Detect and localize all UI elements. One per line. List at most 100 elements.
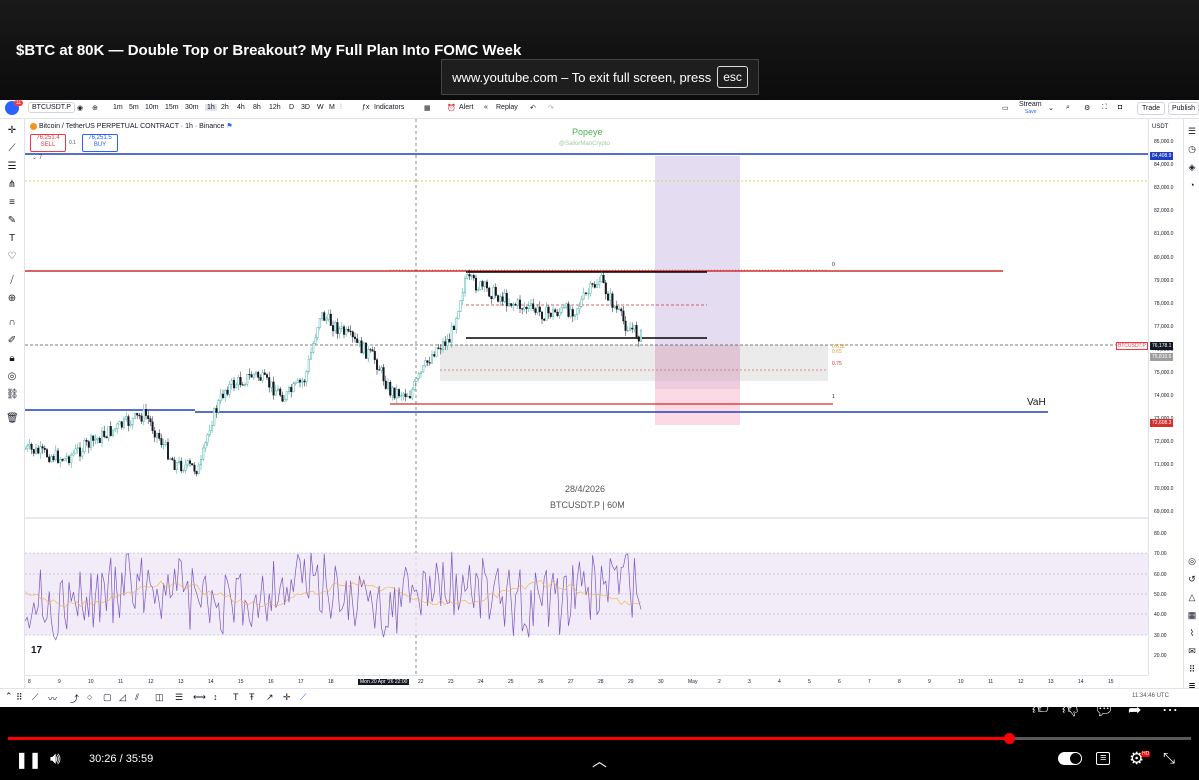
long-position-icon[interactable]: ◫ — [155, 692, 164, 703]
favorite-drawing-icon[interactable]: ⟋ — [300, 692, 306, 703]
parallel-channel-icon[interactable]: ⫽ — [135, 692, 139, 703]
sell-button[interactable]: 76,251.4 SELL — [30, 134, 66, 152]
interval-30m[interactable]: 30m — [185, 104, 199, 111]
fullscreen-icon[interactable]: ⛶ — [1102, 104, 1107, 112]
triangle-icon[interactable]: ◿ — [119, 692, 126, 703]
price-scale[interactable]: USDT 85,000.0 84,000.0 83,000.0 82,000.0 81,… — [1148, 119, 1184, 675]
layout-icon[interactable]: ▭ — [1002, 104, 1009, 112]
interval-1h[interactable]: 1h — [205, 104, 217, 111]
interval-2h[interactable]: 2h — [221, 104, 229, 111]
interval-D[interactable]: D — [289, 104, 294, 111]
layers-icon[interactable]: ◈ — [1186, 161, 1198, 173]
symbol-search-button[interactable]: BTCUSDT.P — [28, 102, 75, 113]
alerts-clock-icon[interactable]: ◷ — [1186, 143, 1198, 155]
flag-icon[interactable]: ⚑ — [226, 123, 232, 130]
link-icon[interactable]: ⛓ — [6, 389, 19, 401]
arrow-icon[interactable]: ↗ — [266, 692, 274, 703]
feed-icon[interactable]: ⌇ — [1186, 627, 1198, 639]
dislike-icon[interactable]: 👎︎ — [1062, 700, 1078, 719]
heart-icon[interactable]: ♡ — [6, 251, 18, 263]
autoplay-toggle[interactable] — [1058, 752, 1082, 765]
interval-3D[interactable]: 3D — [301, 104, 310, 111]
brush-icon[interactable]: ✎ — [6, 215, 18, 227]
like-icon[interactable]: 👍︎ — [1032, 700, 1049, 719]
calendar-icon[interactable]: ▦ — [1186, 609, 1198, 621]
price-chart[interactable] — [25, 119, 1148, 675]
pause-icon[interactable]: ❚❚ — [15, 750, 42, 770]
trash-icon[interactable]: 🗑︎ — [6, 413, 19, 425]
crosshair-tool-icon[interactable]: ✛ — [283, 692, 291, 703]
interval-5m[interactable]: 5m — [129, 104, 139, 111]
horizontal-lines-icon[interactable]: ☰ — [6, 161, 18, 173]
interval-1m[interactable]: 1m — [113, 104, 123, 111]
target-icon[interactable]: ◎ — [1186, 555, 1198, 567]
interval-8h[interactable]: 8h — [253, 104, 261, 111]
layouts-icon[interactable]: ▦ — [424, 104, 431, 112]
interval-4h[interactable]: 4h — [237, 104, 245, 111]
chevron-down-icon[interactable]: ⌄ — [1048, 104, 1054, 112]
circle-icon[interactable]: ○ — [87, 692, 92, 702]
publish-button[interactable]: Publish — [1168, 102, 1199, 115]
rewind-icon[interactable]: « — [484, 104, 488, 111]
progress-scrubber[interactable] — [1003, 733, 1015, 744]
ideas-icon[interactable]: △ — [1186, 591, 1198, 603]
interval-15m[interactable]: 15m — [165, 104, 179, 111]
ruler-icon[interactable]: ⧸ — [6, 275, 18, 287]
magnet-icon[interactable]: ∩ — [6, 317, 18, 329]
history-icon[interactable]: ↺ — [1186, 573, 1198, 585]
rectangle-icon[interactable]: ▢ — [103, 692, 112, 703]
buy-button[interactable]: 76,251.5 BUY — [82, 134, 118, 152]
redo-icon[interactable]: ↷ — [548, 104, 554, 112]
curve-icon[interactable]: ⤴ — [70, 692, 79, 705]
zigzag-icon[interactable]: 〰 — [48, 692, 57, 705]
comments-icon[interactable]: 💬︎ — [1094, 700, 1114, 720]
zoom-in-icon[interactable]: ⊕ — [6, 293, 18, 305]
alarm-clock-icon[interactable]: ⏰ — [447, 104, 456, 112]
more-icon[interactable]: ⋯ — [1162, 700, 1178, 720]
crosshair-icon[interactable]: ✛ — [6, 125, 18, 137]
apps-icon[interactable]: ⠿ — [1186, 663, 1198, 675]
indicators-button[interactable]: Indicators — [374, 104, 404, 111]
interval-M[interactable]: M — [329, 104, 335, 111]
indicators-icon[interactable]: ƒx — [362, 104, 369, 111]
interval-12h[interactable]: 12h — [269, 104, 281, 111]
chevron-up-icon[interactable]: ︿ — [592, 750, 607, 771]
interval-W[interactable]: W — [317, 104, 324, 111]
undo-icon[interactable]: ↶ — [530, 104, 536, 112]
lock-draw-icon[interactable]: ✐ — [6, 335, 18, 347]
share-icon[interactable]: ➦ — [1128, 700, 1141, 720]
grid-icon[interactable]: ⠿ — [16, 692, 23, 703]
lock-icon[interactable]: 🔒︎ — [6, 353, 18, 365]
price-range-icon[interactable]: ↕ — [213, 692, 218, 702]
collapse-icon[interactable]: ⌃ — [5, 691, 13, 702]
add-symbol-icon[interactable]: ⊕ — [92, 104, 98, 112]
visibility-icon[interactable]: ◎ — [6, 371, 18, 383]
replay-button[interactable]: Replay — [496, 104, 518, 111]
alert-button[interactable]: Alert — [459, 104, 473, 111]
line-tool-icon[interactable]: ⟋ — [32, 692, 38, 703]
interval-10m[interactable]: 10m — [145, 104, 159, 111]
text-tool-icon[interactable]: T — [233, 692, 239, 702]
watchlist-icon[interactable]: ☰ — [1186, 125, 1198, 137]
stream-button[interactable]: Stream — [1019, 101, 1042, 108]
gear-icon[interactable]: ⚙ — [1084, 104, 1090, 112]
trendline-icon[interactable]: ⟋ — [6, 143, 18, 155]
camera-icon[interactable]: ◘ — [1118, 104, 1122, 111]
date-range-icon[interactable]: ⟷ — [193, 692, 206, 703]
currency-selector[interactable]: USDT — [1152, 124, 1168, 130]
gauge-icon[interactable]: ◔ — [1186, 179, 1198, 191]
eye-icon[interactable]: ◉ — [77, 104, 83, 112]
anchor-text-icon[interactable]: Ŧ — [249, 692, 255, 702]
time-axis[interactable]: 8910111213141516171819Mon 20 Apr '26 22:… — [25, 675, 1148, 689]
legend-collapse[interactable]: ⌄ 7 — [32, 154, 42, 161]
captions-icon[interactable]: ≡ — [1096, 752, 1111, 765]
chat-icon[interactable]: ✉ — [1186, 645, 1198, 657]
trade-button[interactable]: Trade — [1137, 102, 1166, 115]
chart-type-icon[interactable]: ⫶ — [340, 104, 342, 112]
exit-fullscreen-icon[interactable]: ⤡ — [1163, 750, 1175, 767]
text-icon[interactable]: T — [6, 233, 18, 245]
fib-retracement-icon[interactable]: ≡ — [6, 197, 18, 209]
volume-icon[interactable]: 🔊︎ — [50, 749, 61, 769]
pitchfork-icon[interactable]: ⋔ — [6, 179, 18, 191]
fib-icon[interactable]: ☰ — [175, 692, 183, 703]
